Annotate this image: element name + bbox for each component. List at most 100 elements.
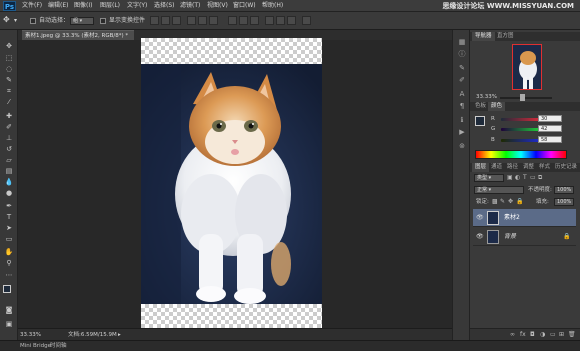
screen-mode-icon[interactable]: ▣	[3, 320, 15, 328]
layer-filter-dropdown[interactable]: 类型 ▾	[474, 174, 504, 182]
filter-pixel-icon[interactable]: ▣	[507, 174, 513, 182]
trash-icon[interactable]: 🗑	[568, 331, 576, 339]
filter-type-icon[interactable]: T	[523, 174, 527, 182]
align-left-button[interactable]	[187, 16, 196, 25]
history-panel-icon[interactable]: ▦	[457, 38, 467, 46]
filter-adjust-icon[interactable]: ◐	[515, 174, 520, 182]
navigator-zoom-slider[interactable]	[500, 97, 552, 99]
adjustment-layer-icon[interactable]: ◑	[540, 331, 545, 339]
info-panel-icon[interactable]: ℹ	[457, 116, 467, 124]
filter-smart-icon[interactable]: ⧉	[538, 174, 542, 182]
menu-type[interactable]: 文字(Y)	[127, 1, 147, 11]
distribute-vcenter-button[interactable]	[239, 16, 248, 25]
document-tab[interactable]: 素材1.jpeg @ 33.3% (素材2, RGB/8*) * ×	[22, 30, 134, 49]
move-tool-icon[interactable]: ✥	[3, 15, 10, 25]
menu-window[interactable]: 窗口(W)	[233, 1, 256, 11]
distribute-right-button[interactable]	[287, 16, 296, 25]
show-transform-checkbox[interactable]	[100, 18, 106, 24]
align-hcenter-button[interactable]	[198, 16, 207, 25]
tab-histogram[interactable]: 直方图	[494, 32, 517, 41]
blend-mode-dropdown[interactable]: 正常 ▾	[474, 186, 524, 194]
type-tool-icon[interactable]: T	[3, 213, 15, 221]
distribute-hcenter-button[interactable]	[276, 16, 285, 25]
lock-move-icon[interactable]: ✥	[508, 198, 513, 206]
menu-select[interactable]: 选择(S)	[154, 1, 175, 11]
layer-row-sucai2[interactable]: 👁 素材2	[473, 209, 576, 227]
layer-name[interactable]: 背景	[504, 233, 516, 241]
align-top-button[interactable]	[150, 16, 159, 25]
brush-tool-icon[interactable]: ✐	[3, 123, 15, 131]
new-layer-icon[interactable]: ⊞	[559, 331, 564, 339]
menu-filter[interactable]: 滤镜(T)	[180, 1, 200, 11]
link-layers-icon[interactable]: ∞	[510, 331, 515, 339]
visibility-eye-icon[interactable]: 👁	[476, 214, 484, 221]
eyedropper-tool-icon[interactable]: ⁄	[3, 98, 15, 106]
menu-help[interactable]: 帮助(H)	[262, 1, 283, 11]
lock-transparency-icon[interactable]: ▩	[492, 198, 498, 206]
healing-brush-tool-icon[interactable]: ✚	[3, 112, 15, 120]
zoom-tool-icon[interactable]: ⚲	[3, 259, 15, 267]
color-value-g[interactable]: 42	[538, 125, 562, 132]
color-value-r[interactable]: 30	[538, 115, 562, 122]
tab-navigator[interactable]: 导航器	[472, 32, 495, 41]
tab-adjustments[interactable]: 调整	[520, 163, 537, 172]
actions-panel-icon[interactable]: ▶	[457, 128, 467, 136]
menu-edit[interactable]: 编辑(E)	[48, 1, 68, 11]
menu-view[interactable]: 视图(V)	[207, 1, 228, 11]
path-select-tool-icon[interactable]: ➤	[3, 224, 15, 232]
properties-panel-icon[interactable]: ⓘ	[457, 50, 467, 58]
distribute-left-button[interactable]	[265, 16, 274, 25]
paragraph-panel-icon[interactable]: ¶	[457, 102, 467, 110]
align-vcenter-button[interactable]	[161, 16, 170, 25]
tab-color[interactable]: 颜色	[488, 102, 506, 111]
transparent-area-top[interactable]	[141, 38, 322, 64]
distribute-top-button[interactable]	[228, 16, 237, 25]
status-menu-arrow-icon[interactable]: ▸	[118, 330, 121, 340]
auto-select-dropdown[interactable]: 组 ▾	[70, 17, 94, 25]
shape-tool-icon[interactable]: ▭	[3, 235, 15, 243]
transparent-area-bottom[interactable]	[141, 304, 322, 330]
layer-row-background[interactable]: 👁 背景 🔒	[473, 228, 576, 246]
blur-tool-icon[interactable]: 💧	[3, 178, 15, 186]
layer-style-icon[interactable]: fx	[520, 331, 526, 339]
navigator-slider-handle[interactable]	[520, 94, 525, 101]
align-bottom-button[interactable]	[172, 16, 181, 25]
color-foreground-swatch[interactable]	[475, 116, 485, 126]
tab-styles[interactable]: 样式	[536, 163, 553, 172]
color-value-b[interactable]: 58	[538, 136, 562, 143]
hand-tool-icon[interactable]: ✋	[3, 248, 15, 256]
tab-channels[interactable]: 通道	[488, 163, 505, 172]
tab-history[interactable]: 历史记录	[552, 163, 580, 172]
filter-shape-icon[interactable]: ▭	[530, 174, 536, 182]
layer-name[interactable]: 素材2	[504, 214, 520, 222]
brush-presets-icon[interactable]: ✐	[457, 76, 467, 84]
lasso-tool-icon[interactable]: ◌	[3, 65, 15, 73]
navigator-zoom[interactable]: 33.33%	[476, 94, 497, 101]
gradient-tool-icon[interactable]: ▤	[3, 167, 15, 175]
lock-all-icon[interactable]: 🔒	[516, 198, 523, 206]
chevron-down-icon[interactable]: ▾	[14, 16, 17, 26]
crop-tool-icon[interactable]: ⌗	[3, 87, 15, 95]
auto-align-button[interactable]	[302, 16, 311, 25]
marquee-tool-icon[interactable]: ⬚	[3, 54, 15, 62]
tab-layers[interactable]: 图层	[472, 163, 490, 172]
menu-file[interactable]: 文件(F)	[22, 1, 42, 11]
clone-stamp-tool-icon[interactable]: ⊥	[3, 134, 15, 142]
group-icon[interactable]: ▭	[550, 331, 556, 339]
clone-source-icon[interactable]: ⊚	[457, 142, 467, 150]
visibility-eye-icon[interactable]: 👁	[476, 233, 484, 240]
more-tools-icon[interactable]: ⋯	[3, 271, 15, 279]
tab-paths[interactable]: 路径	[504, 163, 521, 172]
align-right-button[interactable]	[209, 16, 218, 25]
navigator-thumbnail[interactable]	[512, 44, 542, 90]
history-brush-tool-icon[interactable]: ↺	[3, 145, 15, 153]
menu-image[interactable]: 图像(I)	[74, 1, 92, 11]
quick-select-tool-icon[interactable]: ✎	[3, 76, 15, 84]
color-spectrum-ramp[interactable]	[475, 150, 567, 159]
kitten-photo[interactable]	[141, 64, 322, 304]
lock-paint-icon[interactable]: ✎	[500, 198, 505, 206]
character-panel-icon[interactable]: A	[457, 90, 467, 98]
menu-layer[interactable]: 图层(L)	[100, 1, 120, 11]
pen-tool-icon[interactable]: ✒	[3, 202, 15, 210]
foreground-color-swatch[interactable]	[3, 285, 11, 293]
